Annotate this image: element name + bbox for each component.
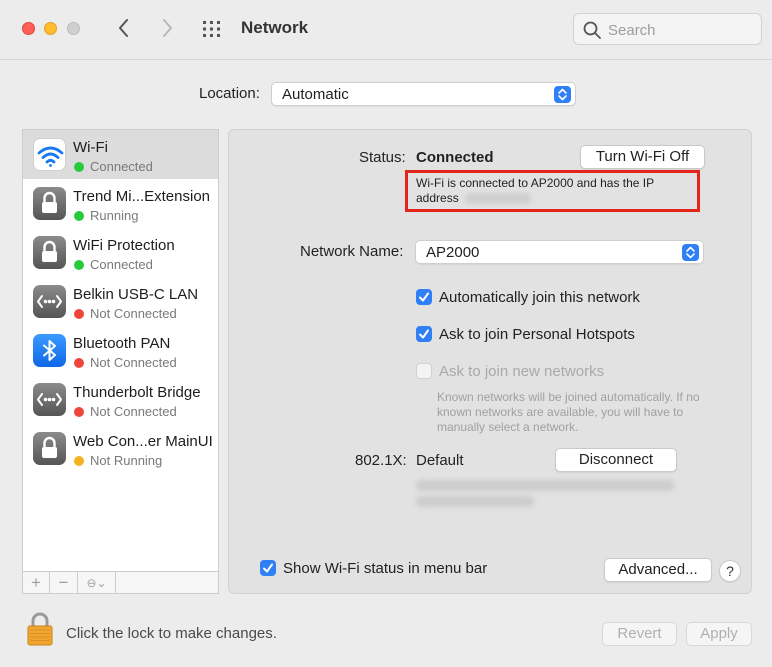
status-label: Status: <box>359 149 406 166</box>
status-description-text: Wi-Fi is connected to AP2000 and has the… <box>416 176 654 205</box>
help-button[interactable]: ? <box>719 560 741 582</box>
bluetooth-icon <box>33 334 66 367</box>
service-name: Bluetooth PAN <box>73 335 171 352</box>
title-bar: Network <box>0 0 772 60</box>
personal-hotspots-label[interactable]: Ask to join Personal Hotspots <box>439 326 635 343</box>
lock-icon[interactable] <box>26 612 54 646</box>
lock-icon <box>33 432 66 465</box>
ethernet-icon <box>33 285 66 318</box>
service-status: Not Connected <box>90 404 177 419</box>
service-list-toolbar: + − ⊖⌄ <box>22 571 219 594</box>
service-item-web-content-filter[interactable]: Web Con...er MainUI Not Running <box>23 424 218 473</box>
chevron-left-icon <box>119 19 128 37</box>
checkmark-icon <box>263 563 273 573</box>
turn-wifi-off-button[interactable]: Turn Wi-Fi Off <box>580 145 705 169</box>
x8021-value: Default <box>416 452 464 469</box>
service-status: Not Running <box>90 453 163 468</box>
status-dot <box>74 456 84 466</box>
status-dot <box>74 358 84 368</box>
status-dot <box>74 162 84 172</box>
search-icon <box>583 21 601 39</box>
status-dot <box>74 407 84 417</box>
select-stepper-icon <box>554 86 571 103</box>
wifi-icon <box>33 138 66 171</box>
show-all-button[interactable] <box>202 20 222 38</box>
status-description: Wi-Fi is connected to AP2000 and has the… <box>416 176 698 206</box>
remove-service-button[interactable]: − <box>50 572 78 593</box>
minimize-window-button[interactable] <box>44 22 57 35</box>
service-list: Wi-Fi Connected Trend Mi...Extension Run… <box>22 129 219 594</box>
ask-new-networks-checkbox <box>416 363 432 379</box>
status-dot <box>74 309 84 319</box>
close-window-button[interactable] <box>22 22 35 35</box>
service-item-belkin-lan[interactable]: Belkin USB-C LAN Not Connected <box>23 277 218 326</box>
known-networks-note: Known networks will be joined automatica… <box>437 390 700 434</box>
service-name: Wi-Fi <box>73 139 108 156</box>
revert-button[interactable]: Revert <box>602 622 677 646</box>
apply-button[interactable]: Apply <box>686 622 752 646</box>
show-wifi-status-checkbox[interactable] <box>260 560 276 576</box>
add-service-button[interactable]: + <box>23 572 50 593</box>
service-name: Thunderbolt Bridge <box>73 384 201 401</box>
location-select[interactable]: Automatic <box>271 82 576 106</box>
service-status: Not Connected <box>90 306 177 321</box>
status-dot <box>74 211 84 221</box>
service-status: Connected <box>90 257 153 272</box>
search-input[interactable] <box>608 20 753 40</box>
service-name: Belkin USB-C LAN <box>73 286 199 303</box>
lock-hint-text: Click the lock to make changes. <box>66 625 277 642</box>
redacted-ip <box>464 193 531 205</box>
disconnect-button[interactable]: Disconnect <box>555 448 677 472</box>
auto-join-checkbox[interactable] <box>416 289 432 305</box>
auto-join-label[interactable]: Automatically join this network <box>439 289 640 306</box>
checkmark-icon <box>419 329 429 339</box>
zoom-window-button[interactable] <box>67 22 80 35</box>
service-status: Not Connected <box>90 355 177 370</box>
window-title: Network <box>241 18 309 37</box>
network-name-label: Network Name: <box>300 243 404 260</box>
select-stepper-icon <box>682 244 699 261</box>
checkmark-icon <box>419 292 429 302</box>
ethernet-icon <box>33 383 66 416</box>
forward-button[interactable] <box>156 16 178 40</box>
back-button[interactable] <box>113 16 135 40</box>
action-menu-button[interactable]: ⊖⌄ <box>78 572 116 593</box>
service-item-wifi[interactable]: Wi-Fi Connected <box>23 130 218 179</box>
location-label: Location: <box>199 85 260 102</box>
service-name: WiFi Protection <box>73 237 175 254</box>
chevron-right-icon <box>163 19 172 37</box>
location-value: Automatic <box>282 86 349 103</box>
ask-new-networks-label: Ask to join new networks <box>439 363 605 380</box>
service-name: Web Con...er MainUI <box>73 433 213 450</box>
x8021-label: 802.1X: <box>355 452 407 469</box>
service-item-thunderbolt-bridge[interactable]: Thunderbolt Bridge Not Connected <box>23 375 218 424</box>
show-wifi-status-label[interactable]: Show Wi-Fi status in menu bar <box>283 560 487 577</box>
service-item-trend-micro[interactable]: Trend Mi...Extension Running <box>23 179 218 228</box>
grid-icon <box>203 21 220 37</box>
redacted-authentication-info <box>416 478 674 508</box>
service-status: Connected <box>90 159 153 174</box>
service-name: Trend Mi...Extension <box>73 188 210 205</box>
status-dot <box>74 260 84 270</box>
lock-icon <box>33 236 66 269</box>
advanced-button[interactable]: Advanced... <box>604 558 712 582</box>
service-status: Running <box>90 208 139 223</box>
personal-hotspots-checkbox[interactable] <box>416 326 432 342</box>
service-item-bluetooth-pan[interactable]: Bluetooth PAN Not Connected <box>23 326 218 375</box>
network-name-value: AP2000 <box>426 244 480 261</box>
service-item-wifi-protection[interactable]: WiFi Protection Connected <box>23 228 218 277</box>
search-field[interactable] <box>573 13 762 45</box>
network-name-select[interactable]: AP2000 <box>415 240 704 264</box>
lock-icon <box>33 187 66 220</box>
status-value: Connected <box>416 149 494 166</box>
